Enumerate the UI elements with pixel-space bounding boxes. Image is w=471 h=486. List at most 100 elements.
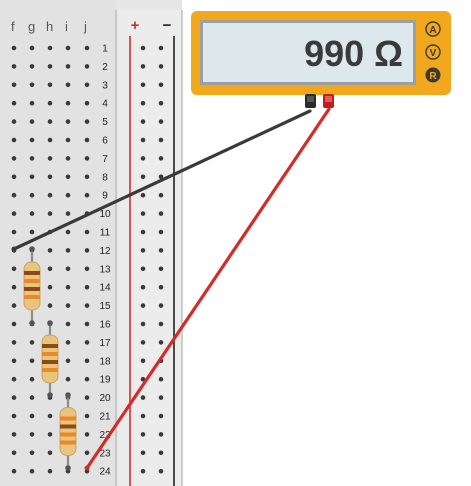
breadboard-hole[interactable] xyxy=(84,395,90,400)
breadboard-hole[interactable] xyxy=(47,413,53,419)
breadboard-hole[interactable] xyxy=(29,468,35,474)
breadboard-hole[interactable] xyxy=(11,45,17,51)
breadboard-hole[interactable] xyxy=(158,321,164,327)
breadboard-hole[interactable] xyxy=(47,100,53,106)
breadboard-hole[interactable] xyxy=(65,266,71,272)
breadboard-hole[interactable] xyxy=(84,266,90,272)
breadboard-hole[interactable] xyxy=(65,358,71,364)
breadboard-hole[interactable] xyxy=(65,248,71,253)
breadboard-hole[interactable] xyxy=(11,229,17,235)
breadboard-hole[interactable] xyxy=(140,432,146,437)
breadboard-hole[interactable] xyxy=(11,321,17,327)
breadboard-hole[interactable] xyxy=(47,284,53,290)
breadboard-hole[interactable] xyxy=(65,229,71,235)
breadboard-hole[interactable] xyxy=(65,82,71,88)
breadboard-hole[interactable] xyxy=(84,45,90,51)
breadboard-hole[interactable] xyxy=(140,248,146,253)
breadboard-hole[interactable] xyxy=(47,119,53,124)
breadboard-hole[interactable] xyxy=(11,192,17,198)
breadboard-hole[interactable] xyxy=(140,321,146,327)
breadboard-hole[interactable] xyxy=(29,413,35,419)
breadboard-hole[interactable] xyxy=(11,64,17,69)
breadboard-hole[interactable] xyxy=(158,413,164,419)
breadboard-hole[interactable] xyxy=(140,303,146,308)
breadboard-hole[interactable] xyxy=(140,340,146,345)
breadboard-hole[interactable] xyxy=(65,100,71,106)
breadboard-hole[interactable] xyxy=(158,45,164,51)
breadboard-hole[interactable] xyxy=(84,137,90,143)
breadboard-hole[interactable] xyxy=(158,119,164,124)
breadboard-hole[interactable] xyxy=(29,340,35,345)
breadboard-hole[interactable] xyxy=(158,192,164,198)
breadboard-hole[interactable] xyxy=(29,211,35,216)
breadboard-hole[interactable] xyxy=(84,284,90,290)
breadboard-hole[interactable] xyxy=(140,413,146,419)
breadboard-hole[interactable] xyxy=(47,266,53,272)
breadboard-hole[interactable] xyxy=(29,156,35,161)
breadboard-hole[interactable] xyxy=(158,468,164,474)
breadboard-hole[interactable] xyxy=(47,450,53,456)
breadboard-hole[interactable] xyxy=(65,45,71,51)
breadboard-hole[interactable] xyxy=(84,64,90,69)
breadboard-hole[interactable] xyxy=(47,82,53,88)
breadboard-hole[interactable] xyxy=(158,432,164,437)
breadboard-hole[interactable] xyxy=(65,137,71,143)
breadboard-hole[interactable] xyxy=(29,82,35,88)
breadboard-hole[interactable] xyxy=(84,156,90,161)
breadboard-hole[interactable] xyxy=(29,100,35,106)
mode-button-ohms[interactable]: R xyxy=(425,67,441,83)
breadboard-hole[interactable] xyxy=(11,100,17,106)
breadboard-hole[interactable] xyxy=(158,64,164,69)
breadboard-hole[interactable] xyxy=(140,192,146,198)
breadboard-hole[interactable] xyxy=(65,303,71,308)
breadboard-hole[interactable] xyxy=(47,468,53,474)
breadboard-hole[interactable] xyxy=(140,284,146,290)
breadboard-hole[interactable] xyxy=(11,266,17,272)
breadboard-hole[interactable] xyxy=(158,229,164,235)
breadboard-hole[interactable] xyxy=(140,119,146,124)
breadboard-hole[interactable] xyxy=(84,100,90,106)
breadboard-hole[interactable] xyxy=(158,82,164,88)
breadboard-hole[interactable] xyxy=(84,432,90,437)
breadboard-hole[interactable] xyxy=(158,450,164,456)
breadboard-hole[interactable] xyxy=(11,413,17,419)
breadboard-hole[interactable] xyxy=(158,303,164,308)
breadboard-hole[interactable] xyxy=(11,432,17,437)
breadboard-hole[interactable] xyxy=(140,156,146,161)
breadboard-hole[interactable] xyxy=(65,340,71,345)
breadboard-hole[interactable] xyxy=(11,450,17,456)
breadboard-hole[interactable] xyxy=(84,248,90,253)
breadboard-hole[interactable] xyxy=(29,376,35,382)
breadboard-hole[interactable] xyxy=(65,192,71,198)
breadboard-hole[interactable] xyxy=(140,450,146,456)
breadboard-hole[interactable] xyxy=(29,395,35,400)
breadboard-hole[interactable] xyxy=(84,82,90,88)
breadboard-hole[interactable] xyxy=(11,284,17,290)
breadboard-hole[interactable] xyxy=(65,174,71,180)
breadboard-hole[interactable] xyxy=(140,266,146,272)
breadboard-hole[interactable] xyxy=(29,358,35,364)
breadboard-hole[interactable] xyxy=(47,174,53,180)
breadboard-hole[interactable] xyxy=(140,395,146,400)
breadboard-hole[interactable] xyxy=(84,174,90,180)
breadboard-hole[interactable] xyxy=(65,156,71,161)
breadboard-canvas[interactable]: + − f g h i j 12345678910111213141516171… xyxy=(0,0,471,486)
breadboard-hole[interactable] xyxy=(158,211,164,216)
breadboard-hole[interactable] xyxy=(11,174,17,180)
breadboard-hole[interactable] xyxy=(11,340,17,345)
breadboard-hole[interactable] xyxy=(84,321,90,327)
breadboard-hole[interactable] xyxy=(47,64,53,69)
breadboard-hole[interactable] xyxy=(65,321,71,327)
breadboard-hole[interactable] xyxy=(65,211,71,216)
breadboard-hole[interactable] xyxy=(84,358,90,364)
breadboard-hole[interactable] xyxy=(29,192,35,198)
breadboard-hole[interactable] xyxy=(140,229,146,235)
breadboard-hole[interactable] xyxy=(11,358,17,364)
breadboard-hole[interactable] xyxy=(11,395,17,400)
breadboard-hole[interactable] xyxy=(47,192,53,198)
breadboard-hole[interactable] xyxy=(140,174,146,180)
breadboard-hole[interactable] xyxy=(158,340,164,345)
breadboard-hole[interactable] xyxy=(140,468,146,474)
breadboard-hole[interactable] xyxy=(158,156,164,161)
breadboard-hole[interactable] xyxy=(158,395,164,400)
